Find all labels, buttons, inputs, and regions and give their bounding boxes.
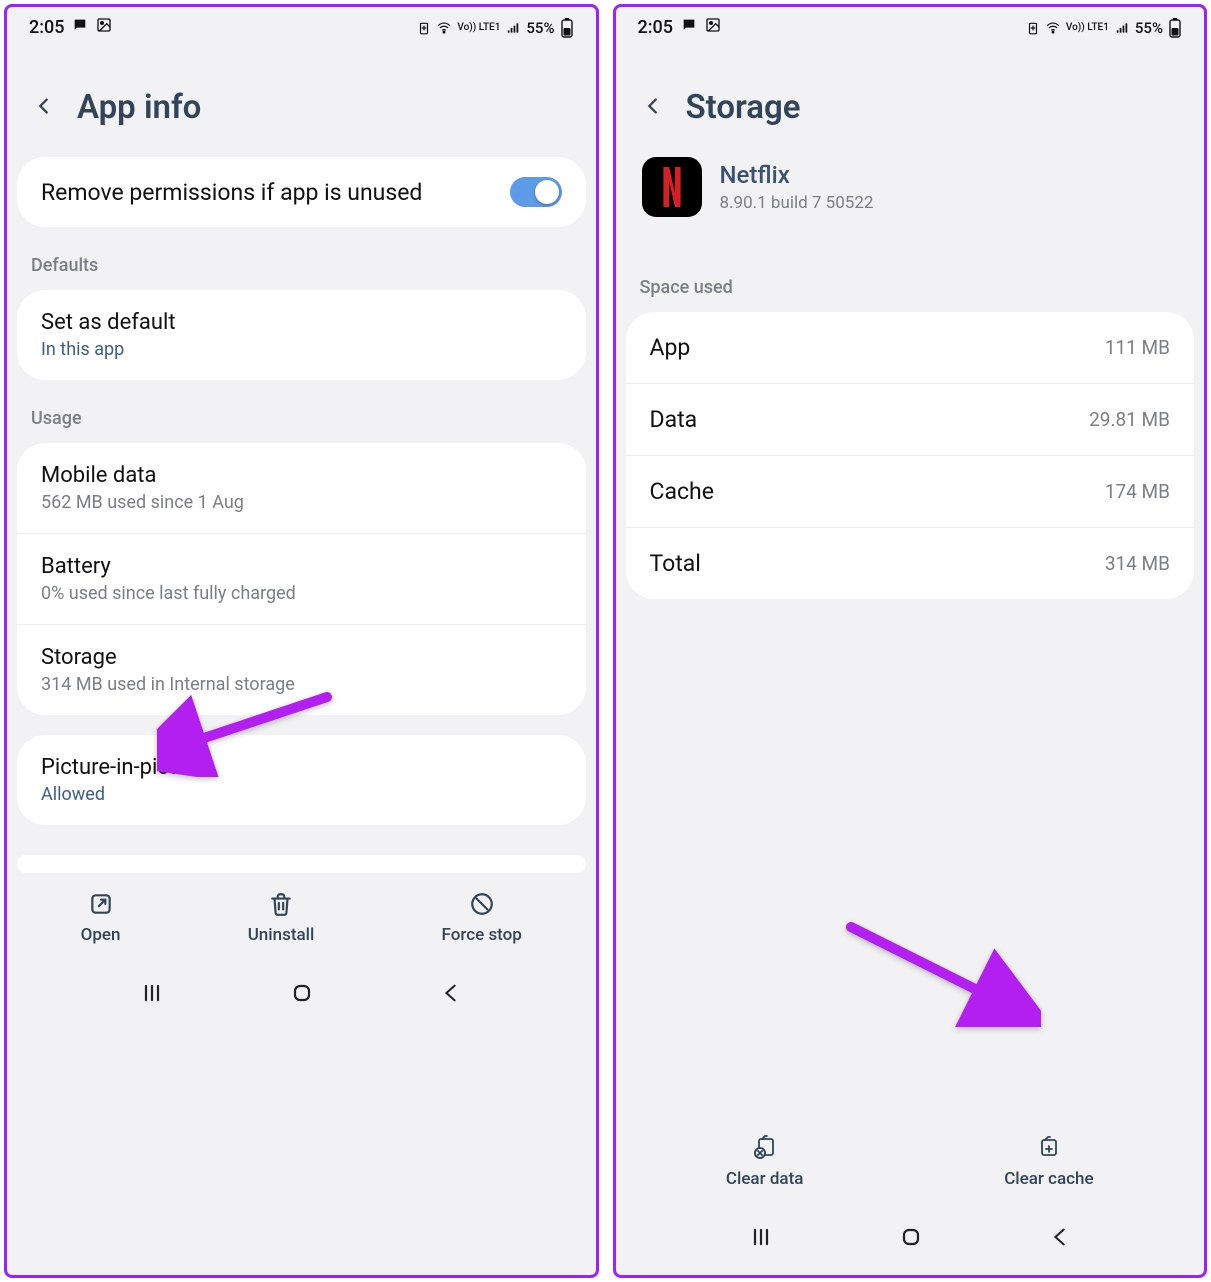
force-stop-button[interactable]: Force stop — [442, 891, 522, 945]
space-used-label: Space used — [616, 237, 1205, 306]
image-icon — [96, 17, 112, 38]
pip-row[interactable]: Picture-in-picture Allowed — [17, 735, 586, 825]
status-bar: 2:05 Vo)) LTE1 55% — [616, 7, 1205, 44]
signal-icon — [1114, 21, 1130, 35]
chat-icon — [72, 17, 88, 38]
set-default-sub: In this app — [41, 339, 176, 360]
uninstall-button[interactable]: Uninstall — [248, 891, 315, 945]
space-data-value: 29.81 MB — [1089, 408, 1170, 431]
status-bar: 2:05 Vo)) LTE1 55% — [7, 7, 596, 44]
mobile-data-sub: 562 MB used since 1 Aug — [41, 492, 244, 513]
mobile-data-row[interactable]: Mobile data 562 MB used since 1 Aug — [17, 443, 586, 533]
open-button[interactable]: Open — [81, 891, 121, 945]
netflix-app-icon — [642, 157, 702, 217]
set-default-title: Set as default — [41, 310, 176, 335]
page-title: Storage — [686, 88, 801, 127]
home-button[interactable] — [290, 981, 314, 1009]
wifi-icon — [436, 21, 452, 35]
battery-title: Battery — [41, 554, 296, 579]
back-button[interactable] — [33, 91, 55, 125]
battery-icon — [560, 18, 574, 38]
remove-permissions-label: Remove permissions if app is unused — [41, 179, 498, 206]
battery-sub: 0% used since last fully charged — [41, 583, 296, 604]
status-time: 2:05 — [638, 17, 673, 38]
home-button[interactable] — [899, 1225, 923, 1253]
uninstall-label: Uninstall — [248, 925, 315, 945]
pip-title: Picture-in-picture — [41, 755, 207, 780]
bottom-action-bar: Clear data Clear cache — [616, 1115, 1205, 1199]
clear-data-button[interactable]: Clear data — [726, 1133, 804, 1189]
space-total-label: Total — [650, 550, 701, 577]
system-nav-bar — [616, 1199, 1205, 1275]
space-app-value: 111 MB — [1105, 336, 1170, 359]
lte-label: Vo)) LTE1 — [1066, 23, 1109, 33]
storage-title: Storage — [41, 645, 295, 670]
page-header: App info — [7, 44, 596, 151]
storage-sub: 314 MB used in Internal storage — [41, 674, 295, 695]
force-stop-label: Force stop — [442, 925, 522, 945]
left-screenshot: 2:05 Vo)) LTE1 55% App info Remove permi… — [4, 4, 599, 1278]
page-header: Storage — [616, 44, 1205, 151]
space-total-value: 314 MB — [1105, 552, 1170, 575]
remove-permissions-card[interactable]: Remove permissions if app is unused — [17, 157, 586, 227]
battery-percent: 55% — [526, 19, 554, 37]
os-back-button[interactable] — [1049, 1225, 1071, 1253]
battery-saver-icon — [1026, 21, 1040, 35]
space-data-row: Data 29.81 MB — [626, 383, 1195, 455]
clear-data-label: Clear data — [726, 1169, 804, 1189]
space-total-row: Total 314 MB — [626, 527, 1195, 599]
wifi-icon — [1045, 21, 1061, 35]
os-back-button[interactable] — [440, 981, 462, 1009]
signal-icon — [505, 21, 521, 35]
space-cache-label: Cache — [650, 478, 714, 505]
recents-button[interactable] — [140, 981, 164, 1009]
image-icon — [705, 17, 721, 38]
app-name: Netflix — [720, 161, 874, 189]
space-app-label: App — [650, 334, 691, 361]
battery-icon — [1168, 18, 1182, 38]
storage-row[interactable]: Storage 314 MB used in Internal storage — [17, 624, 586, 715]
space-app-row: App 111 MB — [626, 312, 1195, 383]
clear-cache-button[interactable]: Clear cache — [1004, 1133, 1093, 1189]
chat-icon — [681, 17, 697, 38]
defaults-section-label: Defaults — [7, 233, 596, 284]
space-data-label: Data — [650, 406, 698, 433]
recents-button[interactable] — [749, 1225, 773, 1253]
mobile-data-title: Mobile data — [41, 463, 244, 488]
set-default-row[interactable]: Set as default In this app — [17, 290, 586, 380]
remove-permissions-toggle[interactable] — [510, 177, 562, 207]
battery-saver-icon — [417, 21, 431, 35]
back-button[interactable] — [642, 91, 664, 125]
lte-label: Vo)) LTE1 — [457, 23, 500, 33]
app-info-header: Netflix 8.90.1 build 7 50522 — [616, 151, 1205, 237]
space-cache-value: 174 MB — [1105, 480, 1170, 503]
app-version: 8.90.1 build 7 50522 — [720, 193, 874, 213]
pip-sub: Allowed — [41, 784, 207, 805]
page-title: App info — [77, 88, 201, 127]
bottom-action-bar: Open Uninstall Force stop — [7, 873, 596, 955]
system-nav-bar — [7, 955, 596, 1031]
status-time: 2:05 — [29, 17, 64, 38]
clear-cache-label: Clear cache — [1004, 1169, 1093, 1189]
open-label: Open — [81, 925, 121, 945]
battery-row[interactable]: Battery 0% used since last fully charged — [17, 533, 586, 624]
battery-percent: 55% — [1135, 19, 1163, 37]
right-screenshot: 2:05 Vo)) LTE1 55% Storage Netflix 8.90.… — [613, 4, 1208, 1278]
usage-section-label: Usage — [7, 386, 596, 437]
space-cache-row: Cache 174 MB — [626, 455, 1195, 527]
